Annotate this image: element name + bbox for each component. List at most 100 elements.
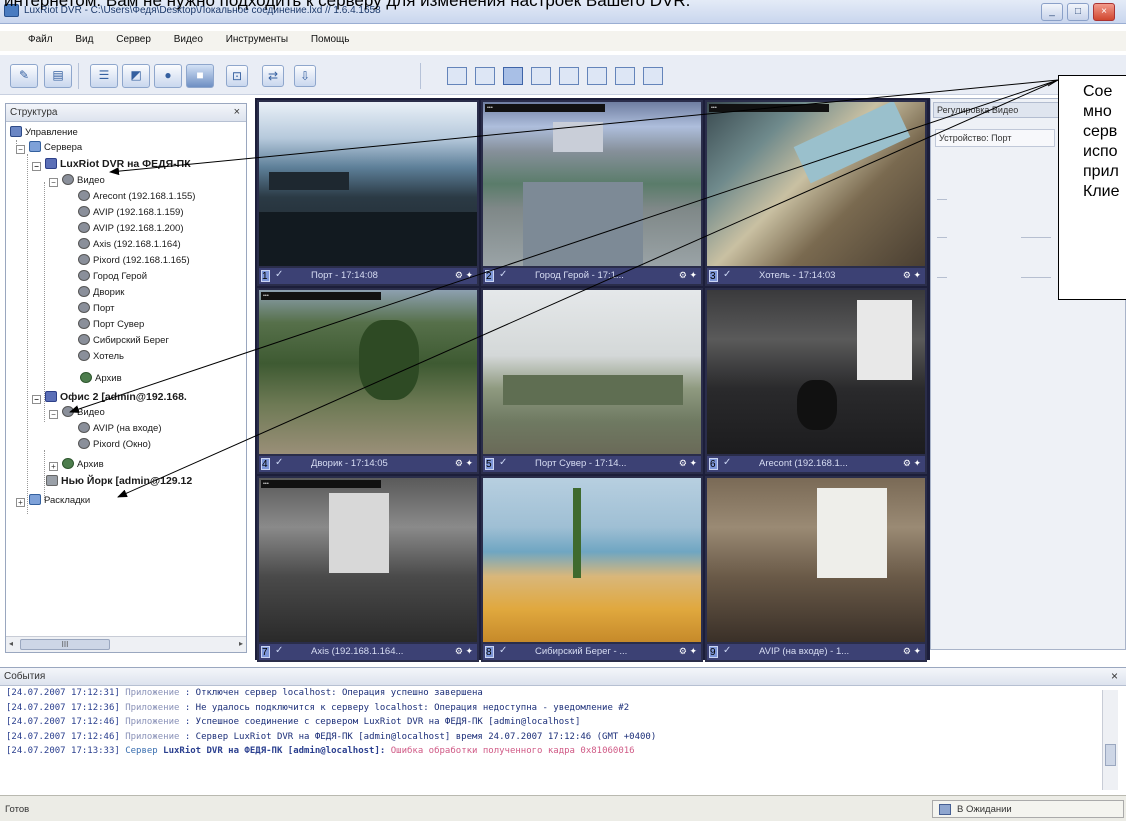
log-row: [24.07.2007 17:12:36] Приложение : Не уд… [6, 702, 630, 713]
tree-node-camera[interactable]: Город Герой [78, 270, 147, 284]
layout-3x3-icon[interactable] [503, 67, 523, 85]
tree-node-archive[interactable]: + Архив [49, 458, 104, 472]
menu-view[interactable]: Вид [63, 31, 101, 45]
connect-icon[interactable]: ⇄ [262, 65, 284, 87]
menu-video[interactable]: Видео [162, 31, 211, 45]
cell-number: 1 [261, 270, 270, 282]
close-icon[interactable]: × [1111, 669, 1118, 683]
cell-number: 2 [485, 270, 494, 282]
fullscreen-icon[interactable]: ■ [186, 64, 214, 88]
scroll-right-icon[interactable]: ▸ [239, 639, 243, 648]
video-cell[interactable]: 8 ✓ Сибирский Берег - ... ⚙ ✦ [481, 476, 703, 662]
video-cell[interactable]: ••• 4 ✓ Дворик - 17:14:05 ⚙ ✦ [257, 288, 479, 474]
camera-icon [78, 238, 90, 249]
tree-node-camera[interactable]: AVIP (192.168.1.159) [78, 206, 184, 220]
camera-controls-icon[interactable]: ⚙ ✦ [455, 646, 473, 657]
scroll-thumb[interactable]: III [20, 639, 110, 650]
zoom-icon[interactable]: ⊡ [226, 65, 248, 87]
video-cell[interactable]: 1 ✓ Порт - 17:14:08 ⚙ ✦ [257, 100, 479, 286]
video-frame [707, 478, 925, 642]
camera-controls-icon[interactable]: ⚙ ✦ [903, 270, 921, 281]
tree-node-camera[interactable]: Axis (192.168.1.164) [78, 238, 181, 252]
video-cell[interactable]: 6 ✓ Arecont (192.168.1... ⚙ ✦ [705, 288, 927, 474]
device-selector[interactable]: Устройство: Порт [935, 129, 1055, 147]
menu-help[interactable]: Помощь [299, 31, 358, 45]
minimize-button[interactable]: _ [1041, 3, 1063, 21]
layout-custom-icon[interactable] [643, 67, 663, 85]
cell-number: 3 [709, 270, 718, 282]
layout-2x2-icon[interactable] [475, 67, 495, 85]
log-source: Приложение [125, 717, 180, 727]
camera-controls-icon[interactable]: ⚙ ✦ [903, 458, 921, 469]
tree-node-camera[interactable]: Дворик [78, 286, 124, 300]
camera-controls-icon[interactable]: ⚙ ✦ [679, 646, 697, 657]
video-cell[interactable]: ••• 7 ✓ Axis (192.168.1.164... ⚙ ✦ [257, 476, 479, 662]
camera-controls-icon[interactable]: ⚙ ✦ [455, 458, 473, 469]
video-cell-label: Порт Сувер - 17:14... [535, 458, 627, 469]
menu-file[interactable]: Файл [0, 31, 61, 45]
camera-icon [78, 302, 90, 313]
log-message: Сервер LuxRiot DVR на ФЕДЯ-ПК [admin@loc… [195, 731, 657, 742]
log-time: [24.07.2007 17:12:46] [6, 731, 120, 742]
camera-controls-icon[interactable]: ⚙ ✦ [679, 270, 697, 281]
export-icon[interactable]: ⇩ [294, 65, 316, 87]
tree-node-camera[interactable]: Хотель [78, 350, 124, 364]
tree-node-camera[interactable]: Порт Сувер [78, 318, 144, 332]
tree-node-camera[interactable]: Arecont (192.168.1.155) [78, 190, 195, 204]
camera-controls-icon[interactable]: ⚙ ✦ [455, 270, 473, 281]
record-icon[interactable]: ● [154, 64, 182, 88]
camera-controls-icon[interactable]: ⚙ ✦ [903, 646, 921, 657]
tree-node-manager[interactable]: Управление [10, 126, 78, 140]
tree-node-camera[interactable]: Сибирский Берег [78, 334, 169, 348]
manager-icon [10, 126, 22, 137]
log-time: [24.07.2007 17:12:46] [6, 717, 120, 727]
scroll-thumb[interactable] [1105, 744, 1116, 766]
cell-number: 6 [709, 458, 718, 470]
status-state: В Ожидании [957, 804, 1012, 815]
structure-hscrollbar[interactable]: ◂ III ▸ [6, 636, 246, 652]
tree-node-video[interactable]: − Видео [49, 174, 105, 188]
video-cell[interactable]: ••• 2 ✓ Город Герой - 17:1... ⚙ ✦ [481, 100, 703, 286]
save-icon[interactable]: ▤ [44, 64, 72, 88]
structure-view-icon[interactable]: ☰ [90, 64, 118, 88]
close-icon[interactable]: × [234, 106, 240, 118]
layout-1plus12-icon[interactable] [615, 67, 635, 85]
menu-tools[interactable]: Инструменты [214, 31, 296, 45]
layout-1plus7-icon[interactable] [587, 67, 607, 85]
tree-node-camera[interactable]: AVIP (на входе) [78, 422, 162, 436]
video-cell[interactable]: 9 ✓ AVIP (на входе) - 1... ⚙ ✦ [705, 476, 927, 662]
tree-node-camera[interactable]: Pixord (192.168.1.165) [78, 254, 190, 268]
video-cell[interactable]: 5 ✓ Порт Сувер - 17:14... ⚙ ✦ [481, 288, 703, 474]
tree-node-camera[interactable]: AVIP (192.168.1.200) [78, 222, 184, 236]
video-cell[interactable]: ••• 3 ✓ Хотель - 17:14:03 ⚙ ✦ [705, 100, 927, 286]
layout-1plus5-icon[interactable] [559, 67, 579, 85]
log-time: [24.07.2007 17:12:31] [6, 688, 120, 698]
tree-node-server-newyork[interactable]: Нью Йорк [admin@129.12 [46, 474, 192, 488]
video-cell-label: Дворик - 17:14:05 [311, 458, 388, 469]
tree-node-camera[interactable]: Порт [78, 302, 115, 316]
close-button[interactable]: × [1093, 3, 1115, 21]
callout-box: Сое мно серв испо прил Клие [1058, 75, 1126, 300]
maximize-button[interactable]: □ [1067, 3, 1089, 21]
tree-node-camera[interactable]: Pixord (Окно) [78, 438, 151, 452]
structure-panel-header: Структура × [6, 104, 246, 122]
menu-server[interactable]: Сервер [104, 31, 159, 45]
events-vscrollbar[interactable] [1102, 690, 1118, 790]
camera-controls-icon[interactable]: ⚙ ✦ [679, 458, 697, 469]
tree-node-video[interactable]: − Видео [49, 406, 105, 420]
tree-node-archive[interactable]: Архив [80, 372, 122, 386]
cell-number: 7 [261, 646, 270, 658]
tree-node-server-fedya[interactable]: − LuxRiot DVR на ФЕДЯ-ПК [32, 157, 191, 171]
open-icon[interactable]: ✎ [10, 64, 38, 88]
camera-icon [78, 438, 90, 449]
tree-node-layouts[interactable]: + Раскладки [16, 494, 90, 508]
layout-4x4-icon[interactable] [531, 67, 551, 85]
callout-line: Клие [1083, 183, 1120, 200]
layout-1x1-icon[interactable] [447, 67, 467, 85]
cell-number: 9 [709, 646, 718, 658]
tree-node-server-office2[interactable]: − Офис 2 [admin@192.168. [32, 390, 187, 404]
edit-view-icon[interactable]: ◩ [122, 64, 150, 88]
log-message: Отключен сервер localhost: Операция успе… [195, 688, 483, 698]
scroll-left-icon[interactable]: ◂ [9, 639, 13, 648]
tree-node-servers[interactable]: − Сервера [16, 141, 82, 155]
